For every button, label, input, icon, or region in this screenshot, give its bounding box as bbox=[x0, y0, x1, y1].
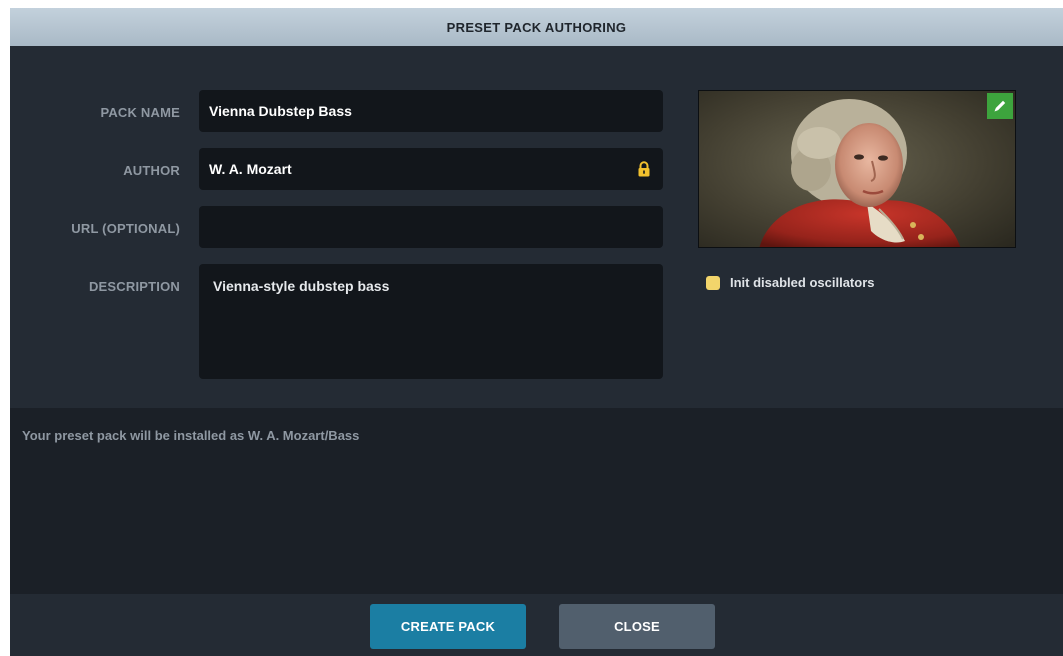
cover-image[interactable] bbox=[698, 90, 1016, 248]
author-field[interactable]: W. A. Mozart bbox=[199, 148, 663, 190]
info-panel: Your preset pack will be installed as W.… bbox=[10, 408, 1063, 594]
preset-pack-dialog: PRESET PACK AUTHORING PACK NAME Vienna D… bbox=[10, 8, 1063, 656]
author-label: AUTHOR bbox=[123, 163, 180, 178]
pack-name-field[interactable]: Vienna Dubstep Bass bbox=[199, 90, 663, 132]
dialog-title: PRESET PACK AUTHORING bbox=[446, 19, 627, 35]
dialog-titlebar: PRESET PACK AUTHORING bbox=[10, 8, 1063, 46]
close-button[interactable]: CLOSE bbox=[559, 604, 715, 649]
dialog-footer: CREATE PACK CLOSE bbox=[10, 594, 1063, 656]
description-label: DESCRIPTION bbox=[88, 279, 180, 294]
url-label: URL (OPTIONAL) bbox=[71, 221, 180, 236]
install-path-message: Your preset pack will be installed as W.… bbox=[22, 428, 360, 443]
portrait-image bbox=[699, 91, 1015, 247]
create-pack-button[interactable]: CREATE PACK bbox=[370, 604, 526, 649]
url-field[interactable] bbox=[199, 206, 663, 248]
lock-icon bbox=[638, 161, 650, 177]
pencil-icon bbox=[994, 100, 1006, 112]
init-disabled-oscillators-label: Init disabled oscillators bbox=[730, 275, 875, 290]
edit-image-button[interactable] bbox=[987, 93, 1013, 119]
description-field[interactable]: Vienna-style dubstep bass bbox=[199, 264, 663, 379]
pack-name-label: PACK NAME bbox=[100, 105, 180, 120]
description-value: Vienna-style dubstep bass bbox=[213, 278, 390, 294]
pack-name-value: Vienna Dubstep Bass bbox=[209, 103, 352, 119]
init-disabled-oscillators-checkbox[interactable] bbox=[706, 275, 720, 290]
author-value: W. A. Mozart bbox=[209, 161, 292, 177]
init-disabled-oscillators-option[interactable]: Init disabled oscillators bbox=[706, 275, 874, 290]
